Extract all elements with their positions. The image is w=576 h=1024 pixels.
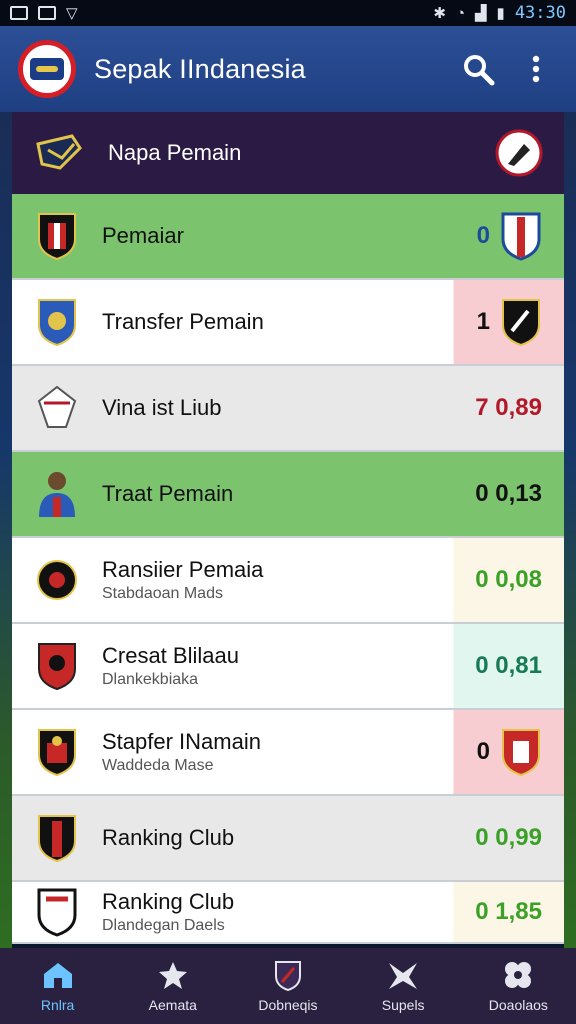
status-time: 43:30 [514, 3, 566, 23]
club-crest-icon [36, 297, 78, 347]
club-crest-icon [500, 727, 542, 777]
item-title: Ranking Club [102, 825, 235, 850]
list-item[interactable]: Transfer Pemain 1 [12, 280, 564, 366]
club-crest-icon [36, 727, 78, 777]
menu-list: Pemaiar 0 Transfer Pemain 1 Vina ist Liu… [12, 194, 564, 944]
club-crest-icon [36, 383, 78, 433]
item-title: Traat Pemain [102, 481, 234, 506]
item-title: Pemaiar [102, 223, 184, 248]
nav-item-more[interactable]: Doaolaos [463, 959, 573, 1013]
list-item[interactable]: Ranking Club 0 0,99 [12, 796, 564, 882]
item-value: 1 [476, 308, 490, 335]
wifi-icon: ◔ [455, 4, 465, 22]
player-avatar [36, 469, 78, 519]
signal-icon: ▟ [475, 5, 487, 22]
section-title: Napa Pemain [108, 140, 242, 165]
nav-label: Supels [381, 997, 425, 1013]
notification-icon [10, 6, 28, 20]
nav-item-home[interactable]: Rnlra [3, 959, 113, 1013]
list-item[interactable]: Stapfer INamain Waddeda Mase 0 [12, 710, 564, 796]
more-options-button[interactable] [514, 47, 558, 91]
club-crest-icon [36, 813, 78, 863]
item-title: Vina ist Liub [102, 395, 222, 420]
item-title: Stapfer INamain [102, 729, 261, 754]
list-item[interactable]: Ransiier Pemaia Stabdaoan Mads 0 0,08 [12, 538, 564, 624]
item-value: 7 0,89 [475, 394, 542, 421]
image-icon [38, 6, 56, 20]
more-vert-icon [532, 55, 540, 83]
list-item[interactable]: Traat Pemain 0 0,13 [12, 452, 564, 538]
bottom-navigation: Rnlra Aemata Dobneqis Supels Doaolaos [0, 948, 576, 1024]
club-crest-icon [36, 641, 78, 691]
trophy-icon [36, 134, 82, 170]
item-title: Transfer Pemain [102, 309, 264, 334]
item-subtitle: Stabdaoan Mads [102, 585, 223, 602]
section-header: Napa Pemain [12, 112, 564, 194]
list-item[interactable]: Vina ist Liub 7 0,89 [12, 366, 564, 452]
nav-item-favorites[interactable]: Aemata [118, 959, 228, 1013]
item-title: Ransiier Pemaia [102, 557, 264, 582]
shield-icon [270, 959, 306, 991]
item-value: 0 [476, 222, 490, 249]
nav-label: Aemata [148, 997, 197, 1013]
nav-label: Doaolaos [488, 997, 548, 1013]
item-subtitle: Dlandegan Daels [102, 917, 225, 934]
ball-icon [500, 959, 536, 991]
status-bar: ▽ ✱ ◔ ▟ ▮ 43:30 [0, 0, 576, 26]
item-title: Cresat Blilaau [102, 643, 239, 668]
bluetooth-icon: ✱ [433, 5, 446, 22]
search-icon [464, 55, 495, 86]
search-button[interactable] [456, 47, 500, 91]
item-title: Ranking Club [102, 889, 235, 914]
star-icon [155, 959, 191, 991]
stadium-background-right [564, 112, 576, 948]
club-badge-icon[interactable] [494, 128, 544, 178]
item-value: 0 0,08 [475, 566, 542, 593]
vpn-icon: ▽ [66, 5, 78, 22]
shuttle-icon [385, 959, 421, 991]
nav-item-clubs[interactable]: Dobneqis [233, 959, 343, 1013]
club-crest-icon [36, 555, 78, 605]
item-value: 0 0,99 [475, 824, 542, 851]
app-logo [18, 40, 76, 98]
stadium-background-left [0, 112, 12, 948]
club-crest-icon [500, 211, 542, 261]
item-value: 0 0,81 [475, 652, 542, 679]
club-crest-icon [36, 887, 78, 937]
nav-label: Rnlra [40, 997, 75, 1013]
list-item[interactable]: Ranking Club Dlandegan Daels 0 1,85 [12, 882, 564, 944]
item-value: 0 1,85 [475, 898, 542, 925]
app-bar: Sepak IIndanesia [0, 26, 576, 112]
item-value: 0 0,13 [475, 480, 542, 507]
app-title: Sepak IIndanesia [94, 53, 306, 84]
battery-icon: ▮ [496, 5, 505, 22]
item-subtitle: Dlankekbiaka [102, 671, 199, 688]
nav-item-players[interactable]: Supels [348, 959, 458, 1013]
list-item[interactable]: Cresat Blilaau Dlankekbiaka 0 0,81 [12, 624, 564, 710]
item-subtitle: Waddeda Mase [102, 757, 214, 774]
item-value: 0 [476, 738, 490, 765]
list-item[interactable]: Pemaiar 0 [12, 194, 564, 280]
club-crest-icon [36, 211, 78, 261]
home-icon [40, 959, 76, 991]
club-crest-icon [500, 297, 542, 347]
nav-label: Dobneqis [258, 997, 318, 1013]
